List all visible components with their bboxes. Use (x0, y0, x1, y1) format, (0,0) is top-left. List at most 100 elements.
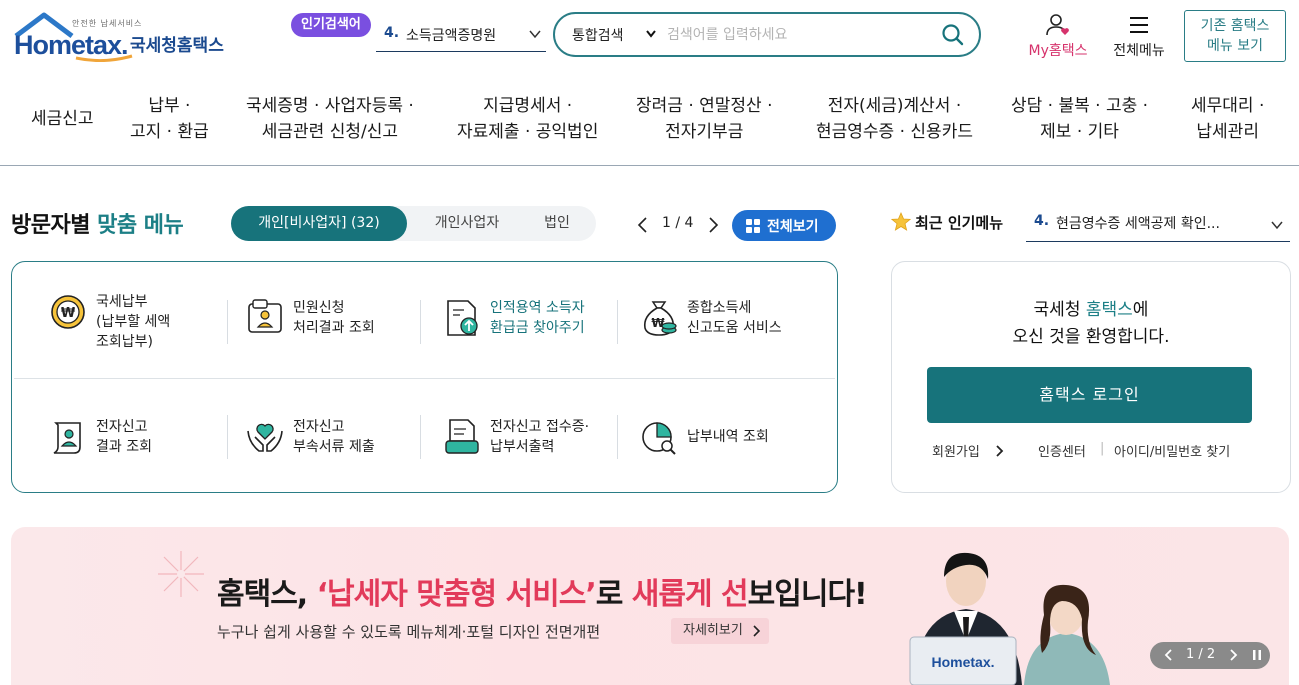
chevron-left-icon[interactable] (1162, 648, 1176, 662)
gnb-label: 현금영수증 · 신용카드 (816, 122, 973, 142)
visitor-menu-card: ₩ 국세납부 (납부할 세액 조회납부) 민원신청 처리결과 조회 인적용역 소… (11, 261, 838, 493)
search-bar: 통합검색 (553, 12, 981, 57)
my-hometax-label: My홈택스 (1028, 43, 1088, 59)
banner-slide-control: 1 / 2 (1150, 642, 1270, 669)
visitor-menu-title-prefix: 방문자별 (11, 213, 90, 238)
all-menu-label: 전체메뉴 (1113, 43, 1165, 59)
svg-text:₩: ₩ (61, 306, 76, 321)
document-refund-icon (447, 300, 478, 336)
tab-corporation[interactable]: 법인 (527, 206, 587, 241)
hands-heart-icon (247, 423, 283, 452)
my-hometax-button[interactable]: My홈택스 (1021, 13, 1095, 63)
chevron-left-icon[interactable] (636, 216, 650, 234)
service-receipt-print[interactable]: 전자신고 접수증· 납부서출력 (442, 415, 618, 507)
banner-page-indicator: 1 / 2 (1186, 647, 1216, 662)
cert-center-link[interactable]: 인증센터 (1038, 441, 1086, 460)
hometax-logo[interactable]: 안전한 납세서비스 Hometax. 국세청홈택스 (14, 12, 234, 64)
search-scope-select[interactable]: 통합검색 (572, 25, 624, 45)
scroll-person-icon (53, 422, 81, 454)
service-label: 종합소득세 신고도움 서비스 (687, 300, 782, 336)
gnb-label: 세금관련 신청/신고 (261, 122, 399, 142)
search-input[interactable] (667, 23, 927, 47)
recent-menu-title: 최근 인기메뉴 (915, 214, 1004, 232)
service-label: 전자신고 결과 조회 (96, 419, 152, 455)
visitor-menu-page-indicator: 1 / 4 (662, 215, 694, 231)
service-divider (617, 300, 618, 344)
document-print-icon (445, 419, 479, 454)
gnb-item-statements[interactable]: 지급명세서 · 자료제출 · 공익법인 (457, 93, 598, 145)
hamburger-icon (1130, 17, 1148, 33)
login-button[interactable]: 홈택스 로그인 (927, 367, 1252, 423)
laptop-hometax-logo: Hometax. (931, 654, 994, 670)
service-divider (227, 300, 228, 344)
popular-keyword-dropdown[interactable]: 4. 소득금액증명원 (376, 19, 546, 52)
chevron-down-icon (1271, 221, 1283, 230)
chevron-right-icon (996, 445, 1004, 457)
join-link[interactable]: 회원가입 (932, 441, 980, 460)
service-e-filing-result[interactable]: 전자신고 결과 조회 (48, 415, 228, 507)
search-icon[interactable] (941, 23, 965, 47)
service-label: 국세납부 (납부할 세액 조회납부) (96, 294, 171, 350)
recent-menu-dropdown[interactable]: 4. 현금영수증 세액공제 확인... (1026, 210, 1290, 242)
all-menu-button[interactable]: 전체메뉴 (1106, 13, 1172, 63)
service-label: 전자신고 접수증· 납부서출력 (490, 419, 590, 455)
visitor-menu-title-highlight: 맞춤 메뉴 (97, 213, 184, 238)
gnb-label: 고지 · 환급 (130, 122, 209, 142)
gnb-item-tax-agent[interactable]: 세무대리 · 납세관리 (1191, 93, 1264, 145)
banner-detail-button[interactable]: 자세히보기 (671, 618, 769, 644)
service-divider (420, 300, 421, 344)
classic-menu-line2: 메뉴 보기 (1207, 38, 1263, 54)
popular-search-badge: 인기검색어 (291, 13, 371, 37)
logo-tagline: 안전한 납세서비스 (72, 19, 143, 28)
banner-people-illustration: Hometax. (909, 552, 1110, 685)
service-tax-payment[interactable]: ₩ 국세납부 (납부할 세액 조회납부) (48, 292, 228, 382)
view-all-button[interactable]: 전체보기 (732, 210, 836, 241)
visitor-menu-pager: 1 / 4 (636, 213, 722, 237)
logo-swoosh-icon (75, 54, 133, 62)
chevron-right-icon[interactable] (1226, 648, 1240, 662)
money-bag-icon: ₩ (643, 301, 677, 336)
view-all-label: 전체보기 (767, 219, 819, 235)
tab-individual-non-business[interactable]: 개인[비사업자] (32) (231, 206, 407, 241)
tab-individual-business[interactable]: 개인사업자 (417, 206, 517, 241)
service-divider (227, 415, 228, 459)
login-links: 회원가입 인증센터 | 아이디/비밀번호 찾기 (932, 441, 1231, 460)
star-icon (891, 212, 911, 231)
gnb-item-payment[interactable]: 납부 · 고지 · 환급 (130, 93, 209, 145)
gnb-item-tax-report[interactable]: 세금신고 (31, 106, 94, 132)
gnb-label: 세금신고 (31, 109, 94, 129)
chevron-right-icon[interactable] (706, 216, 720, 234)
welcome-message: 국세청 홈택스에 오신 것을 환영합니다. (1012, 300, 1170, 347)
gnb-label: 국세증명 · 사업자등록 · (246, 96, 414, 116)
gnb-item-consulting[interactable]: 상담 · 불복 · 고충 · 제보 · 기타 (1011, 93, 1148, 145)
recent-menu-keyword: 현금영수증 세액공제 확인... (1056, 216, 1220, 232)
recent-popular-menu: 최근 인기메뉴 4. 현금영수증 세액공제 확인... (891, 210, 1291, 242)
popular-keyword-text: 소득금액증명원 (406, 28, 497, 44)
service-income-tax-help[interactable]: ₩ 종합소득세 신고도움 서비스 (639, 298, 819, 388)
promo-banner[interactable]: 홈택스, ‘납세자 맞춤형 서비스’로 새롭게 선보입니다! 누구나 쉽게 사용… (11, 527, 1289, 685)
won-coin-icon: ₩ (51, 295, 85, 329)
chevron-down-icon (529, 30, 541, 39)
gnb-label: 납부 · (148, 96, 191, 116)
service-label: 인적용역 소득자 환급금 찾아주기 (490, 300, 585, 336)
global-navigation: 세금신고 납부 · 고지 · 환급 국세증명 · 사업자등록 · 세금관련 신청… (0, 80, 1299, 166)
service-refund-finder[interactable]: 인적용역 소득자 환급금 찾아주기 (442, 298, 618, 388)
chevron-right-icon (753, 625, 760, 637)
gnb-item-certificates[interactable]: 국세증명 · 사업자등록 · 세금관련 신청/신고 (246, 93, 414, 145)
find-id-password-link[interactable]: 아이디/비밀번호 찾기 (1114, 441, 1230, 460)
gnb-item-incentive[interactable]: 장려금 · 연말정산 · 전자기부금 (636, 93, 773, 145)
service-attachment-submit[interactable]: 전자신고 부속서류 제출 (245, 415, 421, 507)
gnb-label: 전자기부금 (665, 122, 744, 142)
service-payment-history[interactable]: 납부내역 조회 (639, 417, 819, 507)
service-divider (420, 415, 421, 459)
pause-icon[interactable] (1250, 648, 1264, 662)
visitor-type-tabs: 개인[비사업자] (32) 개인사업자 법인 (231, 206, 596, 241)
banner-subtext: 누구나 쉽게 사용할 수 있도록 메뉴체계·포털 디자인 전면개편 (217, 623, 601, 641)
gnb-item-e-invoice[interactable]: 전자(세금)계산서 · 현금영수증 · 신용카드 (816, 93, 973, 145)
classic-menu-button[interactable]: 기존 홈택스 메뉴 보기 (1184, 10, 1286, 62)
service-civil-result[interactable]: 민원신청 처리결과 조회 (245, 298, 421, 388)
gnb-label: 전자(세금)계산서 · (827, 96, 962, 116)
logo-service-name: 국세청홈택스 (130, 36, 224, 56)
visitor-menu-title: 방문자별 맞춤 메뉴 (11, 207, 184, 239)
service-label: 전자신고 부속서류 제출 (293, 419, 375, 455)
